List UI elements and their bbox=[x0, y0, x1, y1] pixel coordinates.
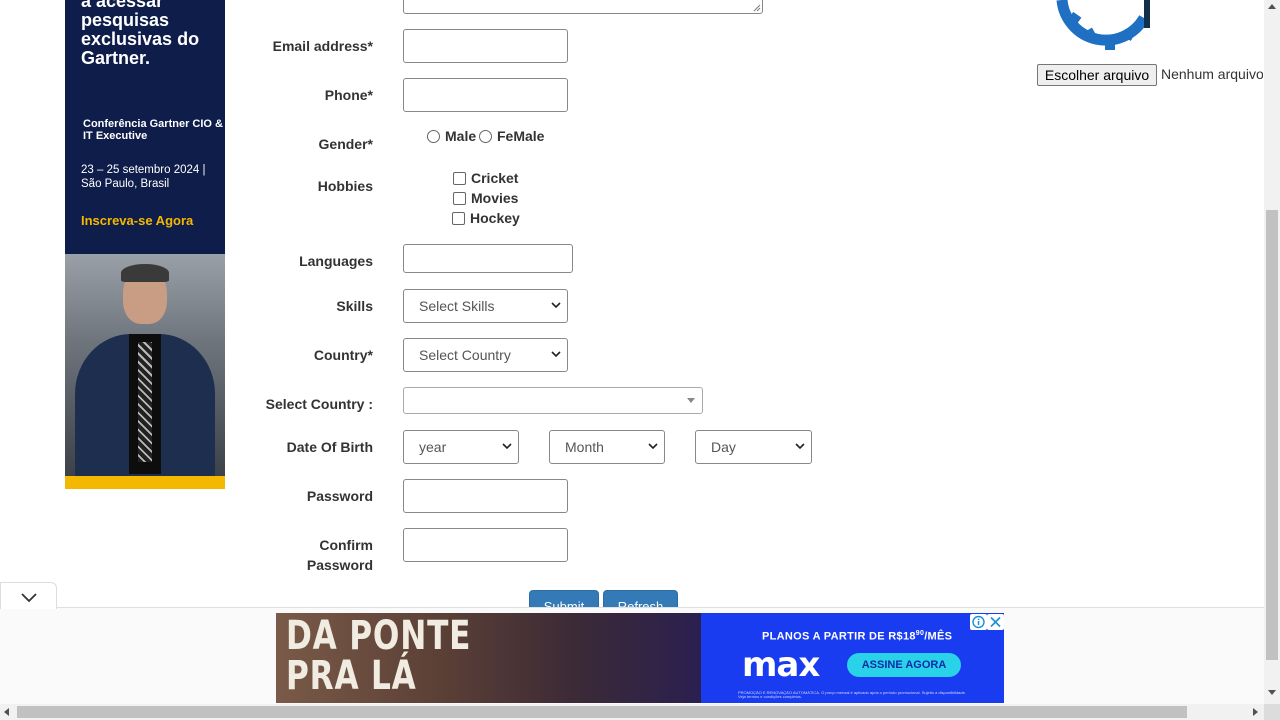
hobby-movies[interactable]: Movies bbox=[453, 190, 518, 206]
confirm-password-label-line1: Confirm bbox=[319, 537, 373, 553]
dob-year-select[interactable]: year bbox=[403, 430, 519, 464]
select-country-combobox[interactable] bbox=[403, 387, 703, 414]
dob-label: Date Of Birth bbox=[286, 439, 373, 455]
ad-tagline: DA PONTE PRA LÁ bbox=[286, 616, 471, 696]
scroll-right-arrow-icon[interactable] bbox=[1253, 708, 1258, 716]
country-label: Country* bbox=[313, 347, 373, 363]
scroll-left-arrow-icon[interactable] bbox=[4, 708, 9, 716]
hobby-cricket[interactable]: Cricket bbox=[453, 170, 518, 186]
chevron-down-icon bbox=[648, 443, 658, 450]
male-radio-label: Male bbox=[445, 128, 477, 144]
cricket-label: Cricket bbox=[471, 170, 519, 186]
chevron-down-icon bbox=[551, 302, 561, 309]
ad-tagline-line1: DA PONTE bbox=[286, 613, 472, 659]
dob-day-select[interactable]: Day bbox=[695, 430, 812, 464]
scroll-up-arrow-icon[interactable] bbox=[1268, 4, 1276, 9]
phone-label: Phone* bbox=[324, 87, 373, 103]
male-radio[interactable] bbox=[427, 129, 440, 143]
subscribe-button[interactable]: ASSINE AGORA bbox=[847, 653, 961, 677]
speaker-hair bbox=[121, 264, 169, 282]
hockey-checkbox[interactable] bbox=[452, 211, 465, 225]
email-label: Email address* bbox=[272, 38, 373, 54]
info-icon bbox=[972, 615, 985, 629]
vertical-scroll-thumb[interactable] bbox=[1266, 210, 1278, 660]
female-radio[interactable] bbox=[479, 129, 492, 143]
horizontal-scroll-thumb[interactable] bbox=[17, 706, 1187, 718]
ad-fine-print: PROMOÇÃO E RENOVAÇÃO AUTOMÁTICA. O preço… bbox=[738, 691, 966, 699]
phone-input[interactable] bbox=[403, 78, 568, 112]
languages-label: Languages bbox=[299, 253, 373, 269]
movies-checkbox[interactable] bbox=[453, 191, 466, 205]
resize-handle-icon[interactable] bbox=[753, 4, 761, 12]
dob-day-value: Day bbox=[711, 439, 736, 455]
ad-headline: a acessar pesquisas exclusivas do Gartne… bbox=[81, 0, 200, 68]
address-textarea[interactable] bbox=[403, 0, 763, 14]
ad-tagline-line2: PRA LÁ bbox=[286, 653, 417, 699]
dob-year-value: year bbox=[419, 439, 447, 455]
bottom-banner-ad[interactable]: DA PONTE PRA LÁ PLANOS A PARTIR DE R$189… bbox=[276, 613, 1004, 703]
password-label: Password bbox=[306, 488, 373, 504]
cricket-checkbox[interactable] bbox=[453, 171, 466, 185]
country-selected-value: Select Country bbox=[419, 347, 511, 363]
close-ad-button[interactable] bbox=[987, 614, 1004, 630]
gender-label: Gender* bbox=[318, 136, 373, 152]
chevron-down-icon bbox=[21, 593, 37, 603]
skills-label: Skills bbox=[336, 298, 373, 314]
confirm-password-label-line2: Password bbox=[306, 557, 373, 573]
caret-down-icon bbox=[687, 398, 695, 403]
female-radio-label: FeMale bbox=[497, 128, 545, 144]
dob-month-value: Month bbox=[565, 439, 604, 455]
movies-label: Movies bbox=[471, 190, 519, 206]
ad-price-cents: 90 bbox=[915, 630, 925, 637]
left-advertisement[interactable]: a acessar pesquisas exclusivas do Gartne… bbox=[65, 0, 225, 489]
no-file-chosen-text: Nenhum arquivo bbox=[1161, 66, 1263, 82]
skills-selected-value: Select Skills bbox=[419, 298, 495, 314]
gender-option-female[interactable]: FeMale bbox=[479, 128, 544, 144]
email-input[interactable] bbox=[403, 29, 568, 63]
speaker-tie bbox=[138, 342, 152, 462]
ad-price: PLANOS A PARTIR DE R$1890/MÊS bbox=[762, 630, 952, 643]
collapse-ad-toggle[interactable] bbox=[0, 582, 57, 609]
password-input[interactable] bbox=[403, 479, 568, 513]
adchoices-icon[interactable] bbox=[970, 614, 987, 630]
confirm-password-input[interactable] bbox=[403, 528, 568, 562]
ad-register-link[interactable]: Inscreva-se Agora bbox=[81, 213, 193, 228]
close-icon bbox=[990, 616, 1001, 628]
confirm-password-label: Confirm Password bbox=[193, 535, 373, 575]
chevron-down-icon bbox=[551, 351, 561, 358]
hobby-hockey[interactable]: Hockey bbox=[452, 210, 520, 226]
select-country-label: Select Country : bbox=[265, 396, 373, 412]
dob-month-select[interactable]: Month bbox=[549, 430, 665, 464]
max-logo: max bbox=[742, 645, 820, 685]
choose-file-button[interactable]: Escolher arquivo bbox=[1037, 64, 1157, 86]
ad-price-suffix: /MÊS bbox=[924, 630, 953, 643]
scroll-down-arrow-icon[interactable] bbox=[1268, 690, 1276, 695]
gear-logo-icon bbox=[1056, 0, 1150, 50]
languages-input[interactable] bbox=[403, 244, 573, 273]
ad-price-prefix: PLANOS A PARTIR DE R$18 bbox=[762, 630, 916, 643]
country-select[interactable]: Select Country bbox=[403, 338, 568, 372]
scrollbar-corner bbox=[1264, 704, 1280, 720]
skills-select[interactable]: Select Skills bbox=[403, 289, 568, 323]
chevron-down-icon bbox=[795, 443, 805, 450]
gender-option-male[interactable]: Male bbox=[427, 128, 476, 144]
hobbies-label: Hobbies bbox=[317, 178, 373, 194]
hockey-label: Hockey bbox=[470, 210, 520, 226]
chevron-down-icon bbox=[502, 443, 512, 450]
